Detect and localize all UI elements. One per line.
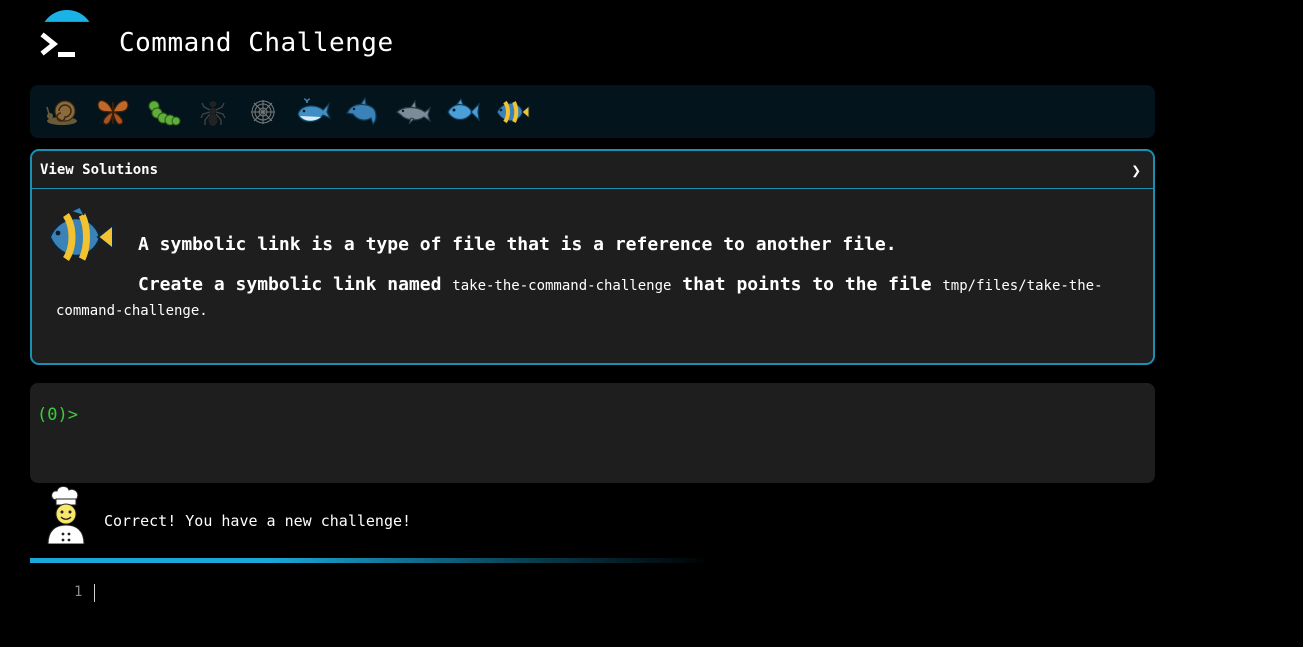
task-code-link-name: take-the-command-challenge xyxy=(452,278,672,294)
level-whale[interactable] xyxy=(288,92,338,132)
terminal-prompt: (0)> xyxy=(37,405,78,425)
level-caterpillar[interactable] xyxy=(138,92,188,132)
level-bar xyxy=(30,85,1155,138)
level-dolphin[interactable] xyxy=(338,92,388,132)
level-tropical-fish[interactable] xyxy=(488,92,538,132)
progress-bar xyxy=(30,558,710,563)
task-text-2: that points to the file xyxy=(682,274,932,295)
view-solutions-toggle[interactable]: View Solutions ❯ xyxy=(32,151,1153,189)
dolphin-gray-icon xyxy=(396,99,431,124)
whale-icon xyxy=(297,97,331,122)
tropical-fish-icon xyxy=(496,100,530,123)
level-dolphin-gray[interactable] xyxy=(388,92,438,132)
header: Command Challenge xyxy=(30,8,1155,78)
logo[interactable] xyxy=(38,10,94,66)
terminal-prompt-icon xyxy=(40,32,75,57)
dolphin-icon xyxy=(345,96,377,125)
line-number: 1 xyxy=(74,584,83,600)
challenge-task: Create a symbolic link named take-the-co… xyxy=(56,273,1116,323)
view-solutions-label: View Solutions xyxy=(40,162,159,178)
level-ant[interactable] xyxy=(188,92,238,132)
butterfly-icon xyxy=(97,99,129,125)
level-spider-web[interactable] xyxy=(238,92,288,132)
task-text-1: Create a symbolic link named xyxy=(138,274,442,295)
page: Command Challenge View Solutions ❯ A sym… xyxy=(0,0,1303,647)
challenge-panel: View Solutions ❯ A symbolic link is a ty… xyxy=(30,149,1155,365)
level-fish[interactable] xyxy=(438,92,488,132)
chevron-right-icon: ❯ xyxy=(1131,161,1141,180)
terminal[interactable]: (0)> xyxy=(30,383,1155,483)
level-snail[interactable] xyxy=(38,92,88,132)
text-cursor xyxy=(94,584,95,602)
task-text-end: . xyxy=(199,303,208,319)
code-editor[interactable]: 1 xyxy=(30,575,1155,615)
page-title: Command Challenge xyxy=(119,28,394,58)
challenge-description: A symbolic link is a type of file that i… xyxy=(138,234,897,255)
snail-icon xyxy=(46,99,77,125)
fish-icon xyxy=(447,97,480,122)
ant-icon xyxy=(200,100,226,126)
feedback-message: Correct! You have a new challenge! xyxy=(104,512,412,530)
tropical-fish-icon xyxy=(48,207,114,261)
caterpillar-icon xyxy=(148,100,181,125)
level-butterfly[interactable] xyxy=(88,92,138,132)
chef-icon xyxy=(47,486,85,544)
spider-web-icon xyxy=(251,99,275,124)
